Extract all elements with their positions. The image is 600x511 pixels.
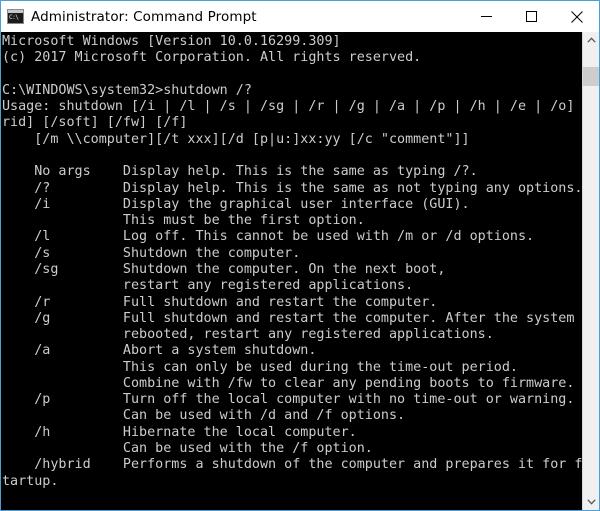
window-title: Administrator: Command Prompt: [31, 8, 257, 25]
scrollbar-thumb[interactable]: [583, 66, 599, 86]
minimize-button[interactable]: [464, 1, 509, 32]
maximize-button[interactable]: [509, 1, 554, 32]
console-output[interactable]: Microsoft Windows [Version 10.0.16299.30…: [1, 32, 582, 510]
title-bar[interactable]: C:\ Administrator: Command Prompt: [1, 1, 599, 32]
console-icon-titlebar: [8, 10, 23, 13]
chevron-up-icon: [586, 37, 596, 43]
console-icon-prompt-text: C:\: [9, 14, 19, 21]
minimize-icon: [481, 16, 492, 17]
console-icon[interactable]: C:\: [7, 9, 24, 24]
scrollbar-track[interactable]: [583, 49, 599, 493]
console-area[interactable]: Microsoft Windows [Version 10.0.16299.30…: [1, 32, 599, 510]
window-controls: [464, 1, 599, 32]
resize-grip[interactable]: [586, 497, 598, 509]
command-prompt-window: C:\ Administrator: Command Prompt Micros…: [0, 0, 600, 511]
close-button[interactable]: [554, 1, 599, 32]
maximize-icon: [526, 11, 537, 22]
vertical-scrollbar[interactable]: [582, 32, 599, 510]
scroll-up-button[interactable]: [583, 32, 599, 49]
close-icon: [570, 10, 583, 23]
